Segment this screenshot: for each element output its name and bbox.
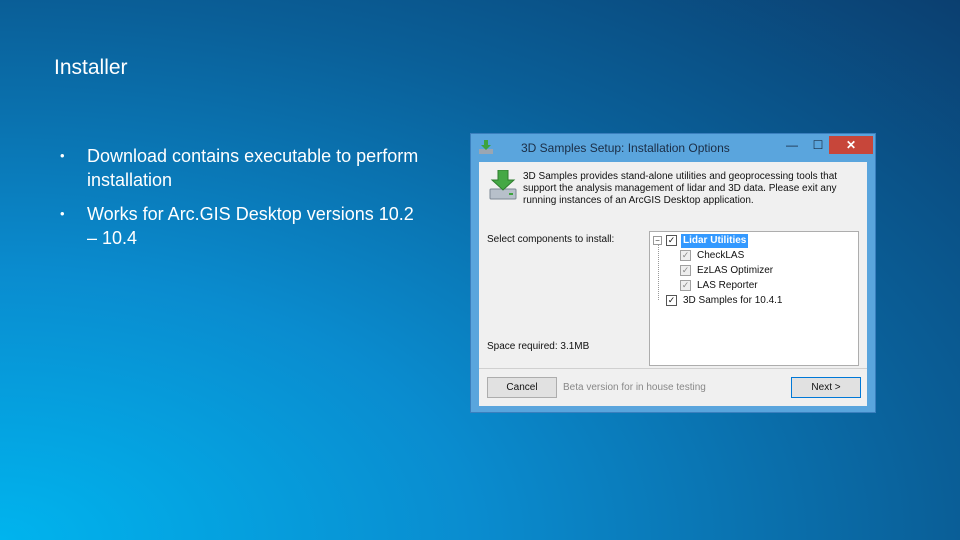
checkbox-3d-samples[interactable]: ✓	[666, 295, 677, 306]
download-install-icon	[489, 170, 517, 200]
slide-title: Installer	[54, 56, 128, 79]
bullet-text: Works for Arc.GIS Desktop versions 10.2 …	[87, 204, 414, 248]
bullet-marker: •	[60, 206, 65, 221]
cancel-button[interactable]: Cancel	[487, 377, 557, 398]
tree-node-label: LAS Reporter	[697, 280, 758, 291]
tree-node-label: 3D Samples for 10.4.1	[683, 295, 783, 306]
setup-description: 3D Samples provides stand-alone utilitie…	[523, 171, 838, 206]
collapse-icon[interactable]: −	[653, 236, 662, 245]
checkbox-ezlas-optimizer[interactable]: ✓	[680, 265, 691, 276]
button-divider	[479, 368, 867, 369]
close-button[interactable]: ✕	[829, 136, 873, 154]
beta-note: Beta version for in house testing	[563, 382, 706, 393]
checkbox-checklas[interactable]: ✓	[680, 250, 691, 261]
minimize-button[interactable]: —	[783, 136, 801, 154]
components-label: Select components to install:	[487, 234, 615, 245]
dialog-client-area: 3D Samples provides stand-alone utilitie…	[479, 162, 867, 406]
checkbox-las-reporter[interactable]: ✓	[680, 280, 691, 291]
tree-node-label: Lidar Utilities	[681, 234, 749, 248]
space-required: Space required: 3.1MB	[487, 341, 590, 352]
maximize-button[interactable]: ☐	[809, 136, 827, 154]
installer-app-icon	[479, 140, 493, 154]
dialog-title: 3D Samples Setup: Installation Options	[521, 141, 730, 155]
checkbox-lidar-utilities[interactable]: ✓	[666, 235, 677, 246]
installer-dialog: 3D Samples Setup: Installation Options —…	[470, 133, 876, 413]
tree-node-label: EzLAS Optimizer	[697, 265, 774, 276]
tree-connector	[658, 244, 660, 300]
bullet-item: • Download contains executable to perfor…	[60, 144, 420, 192]
bullet-item: • Works for Arc.GIS Desktop versions 10.…	[60, 202, 420, 250]
next-button[interactable]: Next >	[791, 377, 861, 398]
bullet-list: • Download contains executable to perfor…	[60, 144, 420, 260]
bullet-marker: •	[60, 148, 65, 163]
title-bar[interactable]: 3D Samples Setup: Installation Options —…	[471, 134, 875, 160]
tree-node-label: CheckLAS	[697, 250, 745, 261]
bullet-text: Download contains executable to perform …	[87, 146, 419, 190]
component-tree[interactable]: − ✓ Lidar Utilities ✓ CheckLAS ✓ EzLAS O…	[649, 231, 859, 366]
